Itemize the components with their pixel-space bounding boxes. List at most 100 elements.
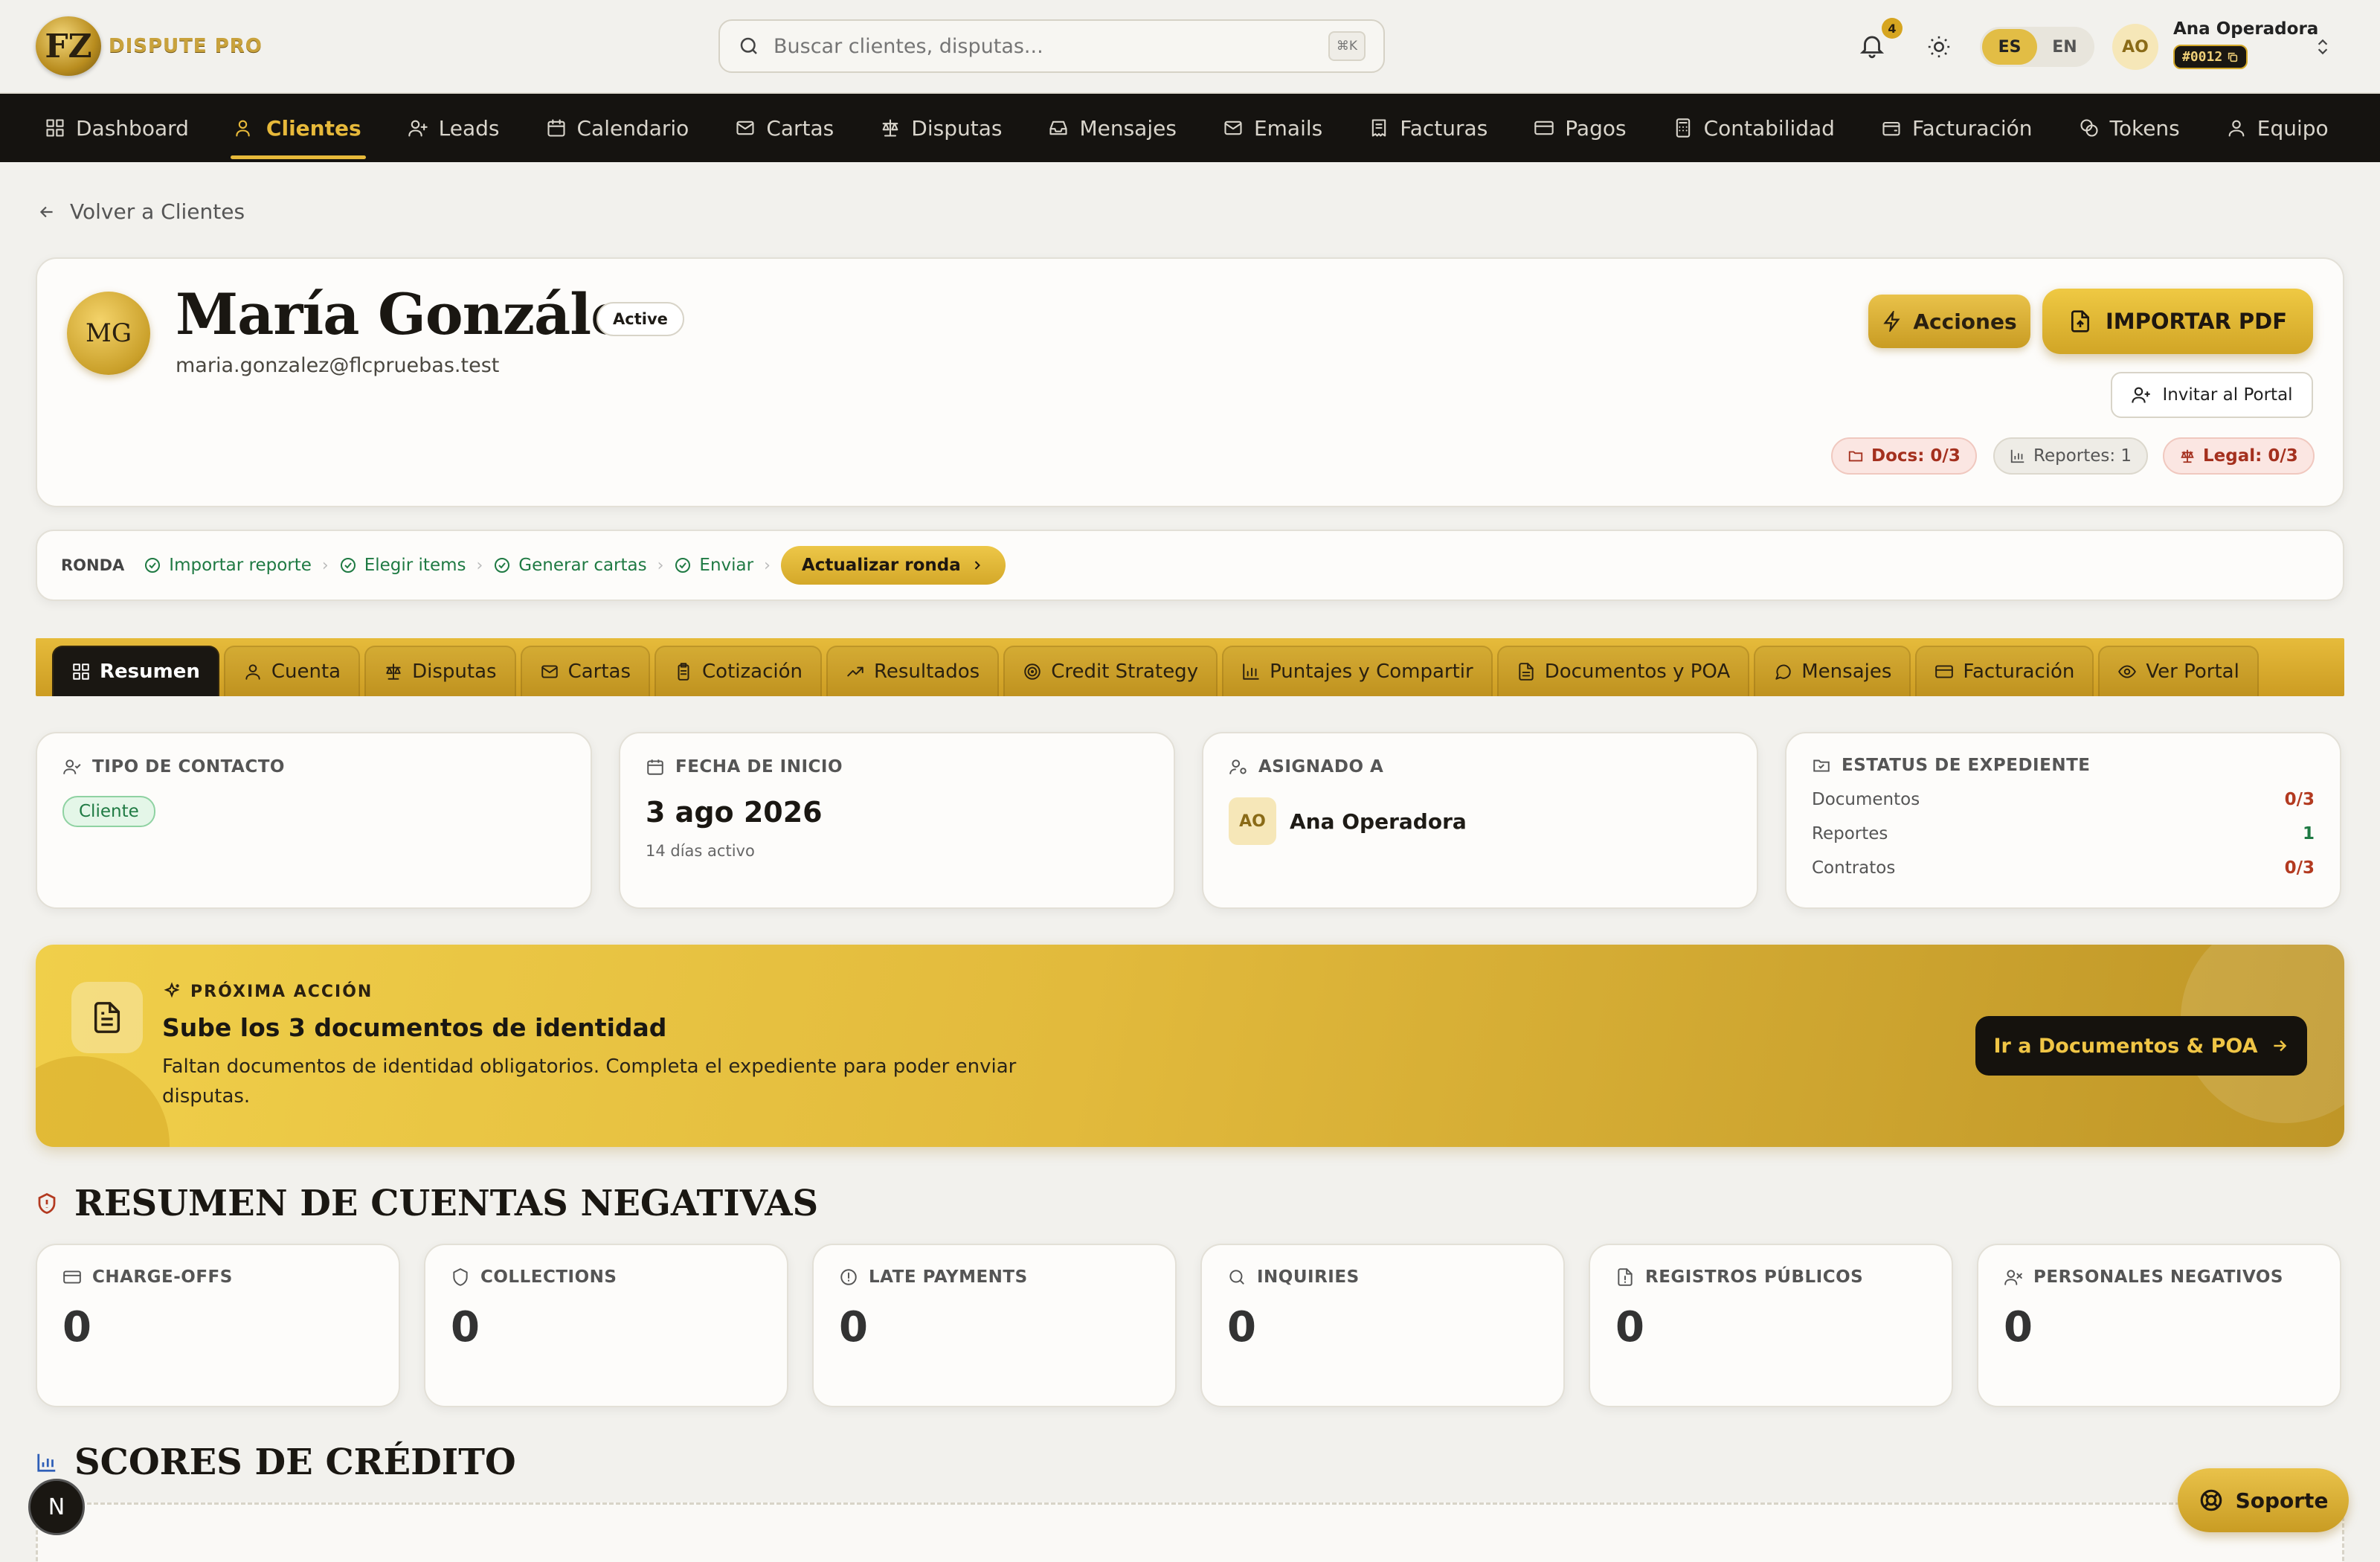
tab-cuenta[interactable]: Cuenta — [223, 646, 361, 696]
nav-item-pagos[interactable]: Pagos — [1534, 94, 1650, 162]
calendar-icon — [546, 118, 567, 138]
nav-item-cartas[interactable]: Cartas — [735, 94, 858, 162]
nav-item-tokens[interactable]: Tokens — [2079, 94, 2204, 162]
negative-card-header: INQUIRIES — [1227, 1267, 1538, 1287]
legal-pill[interactable]: Legal: 0/3 — [2163, 437, 2315, 475]
tab-disputas[interactable]: Disputas — [364, 646, 516, 696]
nav-item-clientes[interactable]: Clientes — [230, 94, 385, 162]
nav-item-label: Dashboard — [76, 115, 189, 141]
update-round-button[interactable]: Actualizar ronda — [780, 546, 1006, 585]
support-button[interactable]: Soporte — [2178, 1468, 2349, 1532]
assigned-user[interactable]: AO Ana Operadora — [1229, 797, 1731, 845]
user-menu[interactable]: Ana Operadora #0012 — [2173, 19, 2318, 69]
lang-en-option[interactable]: EN — [2037, 29, 2092, 65]
scale-icon — [2179, 448, 2196, 464]
theme-toggle-sun-icon[interactable] — [1926, 34, 1952, 60]
tab-resumen[interactable]: Resumen — [52, 646, 219, 696]
assigned-avatar: AO — [1229, 797, 1276, 845]
negative-accounts-title: RESUMEN DE CUENTAS NEGATIVAS — [74, 1183, 819, 1224]
round-step[interactable]: Generar cartas — [493, 556, 647, 575]
nav-item-calendario[interactable]: Calendario — [546, 94, 713, 162]
user-id-badge[interactable]: #0012 — [2173, 45, 2248, 69]
negative-card-personales-negativos: PERSONALES NEGATIVOS 0 — [1977, 1244, 2341, 1407]
file-status-title: ESTATUS DE EXPEDIENTE — [1842, 756, 2091, 775]
lang-es-option[interactable]: ES — [1982, 29, 2037, 65]
arrow-right-icon — [2270, 1036, 2289, 1055]
credit-scores-placeholder — [36, 1502, 2344, 1562]
round-step[interactable]: Elegir items — [339, 556, 466, 575]
reports-pill[interactable]: Reportes: 1 — [1993, 437, 2149, 475]
nav-item-facturas[interactable]: Facturas — [1368, 94, 1511, 162]
nav-item-mensajes[interactable]: Mensajes — [1048, 94, 1200, 162]
dev-tools-button[interactable]: N — [28, 1479, 85, 1535]
nav-item-dashboard[interactable]: Dashboard — [45, 94, 213, 162]
back-to-clients-link[interactable]: Volver a Clientes — [37, 199, 245, 224]
tab-documentos-y-poa[interactable]: Documentos y POA — [1496, 646, 1750, 696]
nav-item-disputas[interactable]: Disputas — [880, 94, 1026, 162]
search-input[interactable] — [774, 34, 1328, 58]
chat-icon — [1773, 662, 1792, 681]
import-pdf-button[interactable]: IMPORTAR PDF — [2042, 289, 2313, 354]
tab-mensajes[interactable]: Mensajes — [1754, 646, 1911, 696]
file-status-card: ESTATUS DE EXPEDIENTE Documentos 0/3 Repo… — [1785, 732, 2341, 909]
user-avatar[interactable]: AO — [2112, 24, 2158, 70]
tab-label: Cotización — [702, 661, 803, 683]
invite-portal-button[interactable]: Invitar al Portal — [2111, 372, 2313, 418]
wallet-icon — [1881, 118, 1902, 138]
bell-icon[interactable] — [1858, 31, 1886, 60]
tab-cartas[interactable]: Cartas — [520, 646, 651, 696]
search-bar[interactable]: ⌘K — [718, 19, 1385, 73]
next-action-banner: PRÓXIMA ACCIÓN Sube los 3 documentos de … — [36, 945, 2344, 1147]
tab-resultados[interactable]: Resultados — [826, 646, 1000, 696]
user-plus-icon — [2131, 385, 2152, 405]
nav-item-emails[interactable]: Emails — [1223, 94, 1346, 162]
round-step[interactable]: Enviar — [674, 556, 753, 575]
nav-item-label: Clientes — [266, 115, 361, 141]
start-date-title: FECHA DE INICIO — [675, 757, 843, 777]
status-value: 0/3 — [2284, 790, 2315, 809]
nav-item-label: Tokens — [2109, 115, 2180, 141]
mail-icon — [735, 118, 756, 138]
days-active: 14 días activo — [646, 842, 755, 860]
nav-item-equipo[interactable]: Equipo — [2226, 94, 2352, 162]
assigned-header: ASIGNADO A — [1229, 757, 1731, 777]
tab-cotización[interactable]: Cotización — [654, 646, 822, 696]
tab-ver-portal[interactable]: Ver Portal — [2098, 646, 2259, 696]
calculator-icon — [1673, 118, 1694, 138]
tab-credit-strategy[interactable]: Credit Strategy — [1003, 646, 1218, 696]
nav-item-facturación[interactable]: Facturación — [1881, 94, 2056, 162]
chevron-up-down-icon[interactable] — [2313, 36, 2332, 58]
negative-card-inquiries: INQUIRIES 0 — [1200, 1244, 1565, 1407]
status-label: Documentos — [1812, 790, 1920, 809]
credit-card-icon — [1534, 118, 1554, 138]
bar-chart-icon — [1241, 662, 1261, 681]
user-x-icon — [2004, 1267, 2023, 1287]
negative-card-late-payments: LATE PAYMENTS 0 — [812, 1244, 1177, 1407]
actions-button[interactable]: Acciones — [1868, 295, 2030, 348]
chevron-right-icon: › — [764, 556, 771, 575]
language-switch[interactable]: ES EN — [1980, 27, 2094, 67]
docs-pill-label: Docs: 0/3 — [1871, 446, 1961, 466]
tab-label: Credit Strategy — [1051, 661, 1199, 683]
copy-icon[interactable] — [2227, 51, 2239, 63]
negative-card-value: 0 — [1615, 1303, 1644, 1352]
status-label: Reportes — [1812, 824, 1888, 843]
credit-scores-heading: SCORES DE CRÉDITO — [36, 1442, 516, 1483]
eye-icon — [2117, 662, 2137, 681]
negative-card-registros-p-blicos: REGISTROS PÚBLICOS 0 — [1589, 1244, 1953, 1407]
go-to-documents-button[interactable]: Ir a Documentos & POA — [1975, 1016, 2307, 1076]
assigned-card: ASIGNADO A AO Ana Operadora — [1202, 732, 1758, 909]
tab-puntajes-y-compartir[interactable]: Puntajes y Compartir — [1222, 646, 1493, 696]
status-value: 0/3 — [2284, 858, 2315, 878]
negative-card-label: LATE PAYMENTS — [869, 1267, 1028, 1287]
round-step[interactable]: Importar reporte — [144, 556, 312, 575]
docs-pill[interactable]: Docs: 0/3 — [1831, 437, 1977, 475]
client-header-card: MG María González Active maria.gonzalez@… — [36, 257, 2344, 507]
document-icon — [71, 982, 143, 1053]
tab-facturación[interactable]: Facturación — [1915, 646, 2094, 696]
tab-label: Ver Portal — [2146, 661, 2239, 683]
nav-item-contabilidad[interactable]: Contabilidad — [1673, 94, 1859, 162]
brand-logo[interactable]: FZ DISPUTE PRO — [36, 16, 263, 76]
contact-type-header: TIPO DE CONTACTO — [62, 757, 565, 777]
nav-item-leads[interactable]: Leads — [408, 94, 524, 162]
